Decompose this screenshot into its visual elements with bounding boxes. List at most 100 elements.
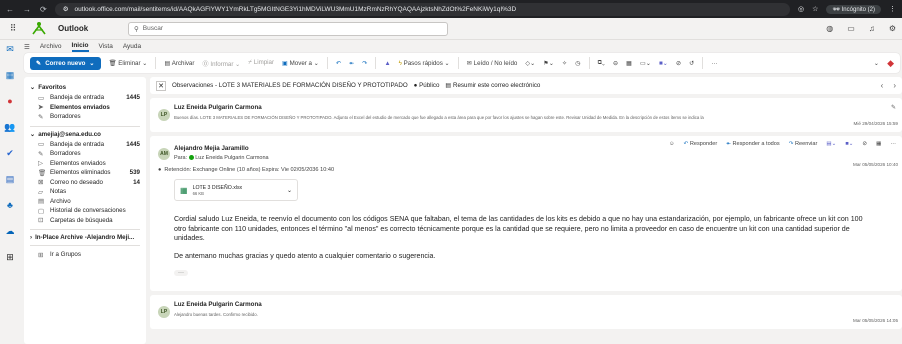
color-icon[interactable]: ■⌄	[845, 141, 853, 147]
chevron-left-icon[interactable]: ‹	[881, 81, 884, 90]
reply-icon[interactable]: ↶	[336, 60, 341, 67]
app-launcher-icon[interactable]: ⠿	[6, 23, 20, 34]
more-icon[interactable]: ···	[890, 141, 896, 147]
table-icon[interactable]: ▦	[626, 60, 632, 67]
reply-label: Responder	[689, 141, 718, 147]
tab-inicio[interactable]: Inicio	[71, 42, 89, 52]
zoom-icon[interactable]: ⊖	[613, 60, 618, 67]
tab-archivo[interactable]: Archivo	[40, 43, 62, 50]
pin-icon[interactable]: ✧	[562, 60, 567, 67]
quick-steps-label: Pasos rápidos	[403, 59, 443, 67]
show-more-button[interactable]: ···	[174, 270, 188, 276]
star-icon[interactable]: ☆	[812, 5, 818, 13]
search-input[interactable]: Buscar	[143, 25, 163, 32]
folder-notes[interactable]: ▱ Notas	[30, 187, 140, 197]
close-icon[interactable]: ✕	[156, 80, 166, 91]
favorites-header[interactable]: ⌄ Favoritos	[30, 84, 140, 91]
more-apps-icon[interactable]: ⊞	[3, 250, 17, 264]
folder-search[interactable]: ⊡ Carpetas de búsqueda	[30, 216, 140, 226]
teams-icon[interactable]: ◍	[826, 24, 833, 33]
block-icon[interactable]: ⊘	[862, 141, 867, 147]
message-collapsed[interactable]: LP Luz Eneida Pulgarin Carmona Alejandro…	[150, 295, 902, 329]
undo-icon[interactable]: ↺	[689, 60, 694, 67]
tab-ayuda[interactable]: Ayuda	[123, 43, 141, 50]
to-label: Para:	[174, 155, 188, 161]
flag-icon[interactable]: ⚑⌄	[543, 60, 554, 67]
clock-icon[interactable]: ◷	[575, 60, 580, 67]
org-icon[interactable]: ♣	[3, 198, 17, 212]
browser-menu-icon[interactable]: ⋮	[889, 5, 896, 13]
tab-vista[interactable]: Vista	[99, 43, 113, 50]
inplace-archive-header[interactable]: › In-Place Archive -Alejandro Meji...	[30, 234, 140, 241]
move-to-button[interactable]: ▣ Mover a ⌄	[282, 60, 319, 67]
folder-sent[interactable]: ▷ Elementos enviados	[30, 159, 140, 169]
rules-icon[interactable]: ⧉⌄	[598, 59, 605, 67]
todo-icon[interactable]: ✔	[3, 146, 17, 160]
go-to-groups[interactable]: ⊞ Ir a Grupos	[30, 250, 140, 260]
favorites-inbox[interactable]: ▭ Bandeja de entrada 1445	[30, 93, 140, 103]
new-mail-button[interactable]: ✎ Correo nuevo ⌄	[30, 56, 101, 70]
favorites-sent[interactable]: ➤ Elementos enviados	[30, 103, 140, 113]
bell-icon[interactable]: ♫	[869, 24, 875, 33]
attachment-card[interactable]: ▦ LOTE 3 DISEÑO.xlsx 66 KB ⌄	[174, 179, 298, 201]
chevron-down-icon[interactable]: ⌄	[287, 187, 292, 194]
gear-icon[interactable]: ⚙	[889, 24, 896, 33]
table-icon[interactable]: ▦	[876, 141, 881, 147]
my-day-icon[interactable]: ▭	[847, 24, 855, 33]
eye-off-icon[interactable]: ◎	[798, 5, 804, 13]
color-icon[interactable]: ■⌄	[659, 60, 668, 67]
search-box[interactable]: ⚲ Buscar	[128, 21, 448, 36]
reply-all-icon[interactable]: ↞	[349, 60, 354, 67]
message-collapsed[interactable]: LP Luz Eneida Pulgarin Carmona Buenos dí…	[150, 98, 902, 132]
pencil-icon[interactable]: ✎	[891, 104, 896, 111]
teams-icon[interactable]: ▤⌄	[826, 141, 836, 147]
back-icon[interactable]: ←	[6, 5, 14, 14]
view-icon[interactable]: ▭⌄	[640, 60, 651, 67]
reply-button[interactable]: ↶ Responder	[684, 141, 718, 147]
summarize-button[interactable]: ▤ Resumir este correo electrónico	[445, 82, 540, 89]
recipient-name[interactable]: Luz Eneida Pulgarin Carmona	[195, 155, 268, 161]
chevron-right-icon[interactable]: ›	[893, 81, 896, 90]
forward-mail-icon[interactable]: ↷	[362, 60, 367, 67]
read-unread-label: Leído / No leído	[473, 59, 518, 67]
teams-share-icon[interactable]: ▲	[384, 60, 390, 67]
delete-button[interactable]: 🗑 Eliminar ⌄	[109, 59, 148, 67]
avatar: LP	[158, 109, 170, 121]
quick-steps-button[interactable]: ϟ Pasos rápidos ⌄	[399, 60, 450, 67]
forward-button[interactable]: ↷ Reenviar	[789, 141, 818, 147]
reply-all-button[interactable]: ↞ Responder a todos	[726, 141, 780, 147]
copilot-ribbon-icon[interactable]: ◆	[887, 58, 894, 69]
mail-icon[interactable]: ✉	[3, 42, 17, 56]
clean-button[interactable]: ⌿ Limpiar	[248, 59, 274, 67]
address-bar[interactable]: ⚙ outlook.office.com/mail/sentitems/id/A…	[54, 2, 790, 16]
copilot-icon[interactable]: ●	[3, 94, 17, 108]
account-header[interactable]: ⌄ amejiaj@sena.edu.co	[30, 131, 140, 138]
folder-deleted[interactable]: 🗑 Elementos eliminados 539	[30, 168, 140, 178]
outlook-header: ⠿ Outlook ⚲ Buscar ◍ ▭ ♫ ⚙	[0, 18, 902, 40]
hamburger-icon[interactable]: ☰	[24, 43, 30, 51]
folder-inbox[interactable]: ▭ Bandeja de entrada 1445	[30, 140, 140, 150]
favorites-drafts[interactable]: ✎ Borradores	[30, 112, 140, 122]
folder-junk[interactable]: ⊠ Correo no deseado 14	[30, 178, 140, 188]
more-icon[interactable]: ···	[711, 60, 717, 67]
tag-icon[interactable]: ◇⌄	[525, 60, 535, 67]
collapse-ribbon-icon[interactable]: ⌄	[874, 60, 879, 67]
calendar-icon[interactable]: ▦	[3, 68, 17, 82]
folder-history[interactable]: ▢ Historial de conversaciones	[30, 206, 140, 216]
forward-icon[interactable]: →	[23, 5, 31, 14]
site-info-icon[interactable]: ⚙	[63, 5, 69, 13]
report-button[interactable]: ⓪ Informar ⌄	[202, 59, 240, 68]
word-icon[interactable]: ▤	[3, 172, 17, 186]
incognito-badge[interactable]: 🕶 Incógnito (2)	[826, 4, 881, 14]
read-unread-button[interactable]: ✉ Leído / No leído	[467, 60, 518, 67]
folder-drafts[interactable]: ✎ Borradores	[30, 149, 140, 159]
emoji-icon[interactable]: ☺	[669, 141, 675, 147]
block-icon[interactable]: ⊘	[676, 60, 681, 67]
folder-label: Carpetas de búsqueda	[50, 216, 113, 224]
folder-label: Bandeja de entrada	[50, 94, 105, 102]
reload-icon[interactable]: ⟳	[40, 5, 47, 14]
folder-archive[interactable]: ▤ Archivo	[30, 197, 140, 207]
people-icon[interactable]: 👥	[3, 120, 17, 134]
archive-button[interactable]: ▤ Archivar	[164, 60, 194, 67]
onedrive-icon[interactable]: ☁	[3, 224, 17, 238]
